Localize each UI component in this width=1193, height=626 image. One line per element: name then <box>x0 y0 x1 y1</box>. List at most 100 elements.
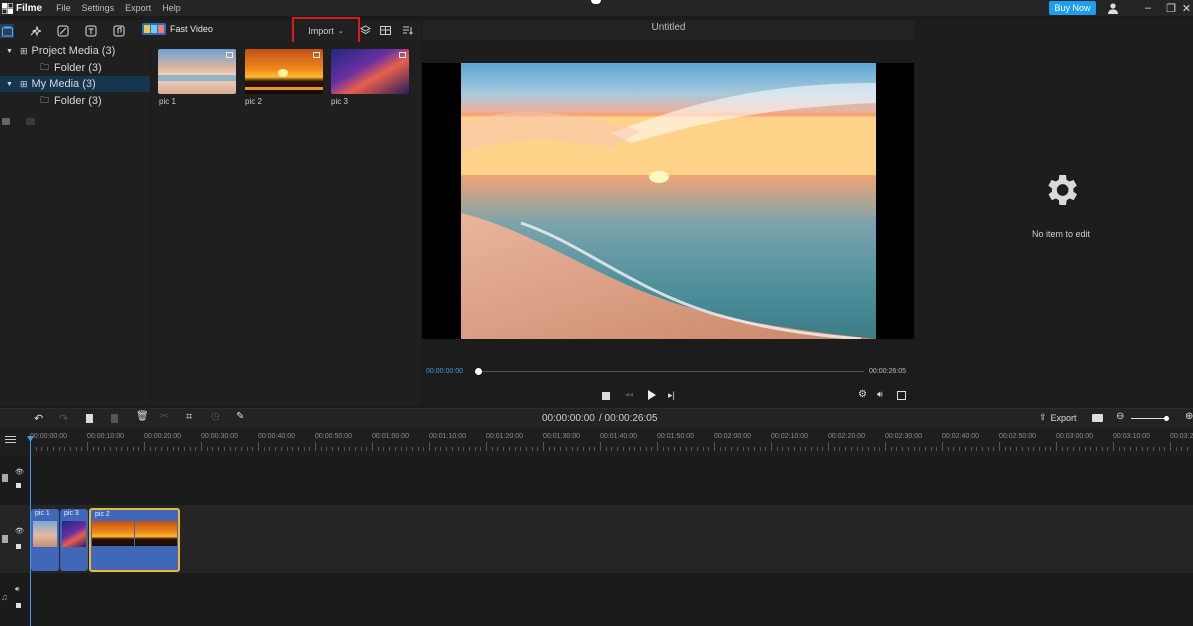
zoom-in-icon[interactable]: ⊕ <box>1185 411 1193 422</box>
ruler-tick-label: 00:03:10:00 <box>1113 433 1150 440</box>
menu-settings[interactable]: Settings <box>82 3 115 13</box>
ruler-tick-mark <box>1067 447 1069 451</box>
zoom-slider-handle[interactable] <box>1164 416 1169 421</box>
delete-icon[interactable]: 🗑︎ <box>136 411 149 422</box>
volume-icon[interactable]: 🔊︎ <box>877 389 883 400</box>
sort-icon[interactable] <box>402 25 414 37</box>
ruler-tick-mark <box>981 447 983 451</box>
media-tree-panel: ▼ ⊞ Project Media (3) 🗀 Folder (3) ▼ ⊞ M… <box>0 42 150 406</box>
import-button[interactable]: Import ⌄ <box>292 17 360 44</box>
export-button[interactable]: ⇪ Export <box>1039 412 1077 423</box>
lock-icon[interactable] <box>16 483 21 488</box>
fullscreen-icon[interactable] <box>897 391 906 400</box>
ruler-tick-label: 00:02:50:00 <box>999 433 1036 440</box>
ruler-tick-mark <box>822 447 824 451</box>
snapshot-icon[interactable] <box>1092 414 1103 422</box>
preview-seek-bar[interactable] <box>478 371 864 372</box>
menu-help[interactable]: Help <box>162 3 181 13</box>
close-icon[interactable]: ✕ <box>1180 0 1193 16</box>
lock-icon[interactable] <box>16 544 21 549</box>
ruler-tick-mark <box>434 447 436 451</box>
ruler-tick-mark <box>126 447 128 451</box>
ruler-tick-mark <box>349 447 351 451</box>
lock-icon[interactable] <box>16 603 21 608</box>
playhead[interactable] <box>30 440 31 626</box>
timeline-ruler[interactable]: 00:00:00:00 00:00:10:00 00:00:20:00 00:00:3… <box>0 428 1193 456</box>
ruler-tick-mark <box>149 447 151 451</box>
ruler-tick-mark <box>309 447 311 451</box>
speed-icon[interactable]: ◷ <box>211 411 220 422</box>
timeline-clip-pic-3[interactable]: pic 3 <box>60 509 88 571</box>
restore-icon[interactable]: ❐ <box>1160 0 1182 16</box>
previous-frame-icon[interactable]: ◂◂ <box>625 390 633 399</box>
next-frame-icon[interactable]: ▸| <box>668 390 675 401</box>
edit-pen-icon[interactable]: ✎ <box>236 411 244 422</box>
tree-item-folder[interactable]: 🗀 Folder (3) <box>0 93 150 109</box>
ruler-tick-mark <box>240 447 242 451</box>
layers-icon[interactable] <box>359 25 372 37</box>
ruler-tick-mark <box>223 447 225 451</box>
ruler-tick-mark <box>360 447 362 451</box>
filters-tab-icon[interactable] <box>56 24 70 38</box>
ruler-tick-mark <box>263 447 265 451</box>
text-tab-icon[interactable] <box>84 24 98 38</box>
fast-video-icon <box>142 23 166 35</box>
tree-label: Folder (3) <box>54 95 102 107</box>
ruler-tick-mark <box>771 442 772 451</box>
track-menu-icon[interactable] <box>5 436 16 437</box>
ruler-tick-mark <box>913 447 915 451</box>
delete-folder-icon[interactable] <box>26 118 35 125</box>
timeline-clip-pic-1[interactable]: pic 1 <box>31 509 59 571</box>
eye-icon[interactable]: 👁︎ <box>15 468 24 476</box>
preview-seek-handle[interactable] <box>475 368 482 375</box>
ruler-tick-mark <box>1027 447 1029 451</box>
tree-item-my-media[interactable]: ▼ ⊞ My Media (3) <box>0 76 150 92</box>
buy-now-button[interactable]: Buy Now <box>1049 1 1096 15</box>
undo-icon[interactable]: ↶ <box>34 412 43 425</box>
ruler-tick-mark <box>731 447 733 451</box>
effects-tab-icon[interactable] <box>28 24 42 38</box>
split-icon[interactable]: ✂ <box>160 411 168 422</box>
audio-tab-icon[interactable] <box>112 24 126 38</box>
media-thumb-pic-1[interactable] <box>158 49 236 94</box>
ruler-tick-mark <box>976 447 978 451</box>
tree-item-project-media[interactable]: ▼ ⊞ Project Media (3) <box>0 43 150 59</box>
redo-icon[interactable]: ↷ <box>59 412 68 425</box>
ruler-tick-mark <box>503 447 505 451</box>
copy-icon[interactable] <box>86 414 93 423</box>
ruler-tick-mark <box>212 447 214 451</box>
ruler-tick-mark <box>765 447 767 451</box>
ruler-tick-mark <box>520 447 522 451</box>
grid-view-icon[interactable] <box>380 25 392 37</box>
fast-video-button[interactable]: Fast Video <box>142 23 213 35</box>
track-type-icon <box>2 535 8 543</box>
minimize-icon[interactable]: – <box>1137 0 1159 16</box>
new-folder-icon[interactable] <box>2 118 10 125</box>
menu-file[interactable]: File <box>56 3 71 13</box>
stop-icon[interactable] <box>602 392 610 400</box>
settings-icon[interactable]: ⚙ <box>858 389 867 400</box>
account-icon[interactable] <box>1105 1 1121 15</box>
ruler-tick-mark <box>964 447 966 451</box>
zoom-out-icon[interactable]: ⊖ <box>1116 411 1124 422</box>
media-tab-icon[interactable] <box>0 24 14 38</box>
project-title: Untitled <box>651 22 686 33</box>
image-type-icon <box>313 52 320 58</box>
crop-icon[interactable]: ⌗ <box>186 411 192 424</box>
ruler-tick-mark <box>645 447 647 451</box>
ruler-tick-label: 00:01:50:00 <box>657 433 694 440</box>
play-icon[interactable] <box>648 390 656 400</box>
tree-item-folder[interactable]: 🗀 Folder (3) <box>0 60 150 76</box>
media-thumb-pic-2[interactable] <box>245 49 323 94</box>
volume-icon[interactable]: 🔊︎ <box>15 586 19 594</box>
paste-icon[interactable] <box>111 414 118 423</box>
menu-export[interactable]: Export <box>125 3 151 13</box>
zoom-slider[interactable] <box>1131 418 1167 419</box>
timeline-clip-pic-2[interactable]: pic 2 <box>89 508 180 572</box>
ruler-tick-mark <box>189 447 191 451</box>
ruler-tick-mark <box>600 442 601 451</box>
media-thumb-pic-3[interactable] <box>331 49 409 94</box>
ruler-tick-mark <box>708 447 710 451</box>
ruler-tick-mark <box>109 447 111 451</box>
eye-icon[interactable]: 👁︎ <box>15 527 24 535</box>
